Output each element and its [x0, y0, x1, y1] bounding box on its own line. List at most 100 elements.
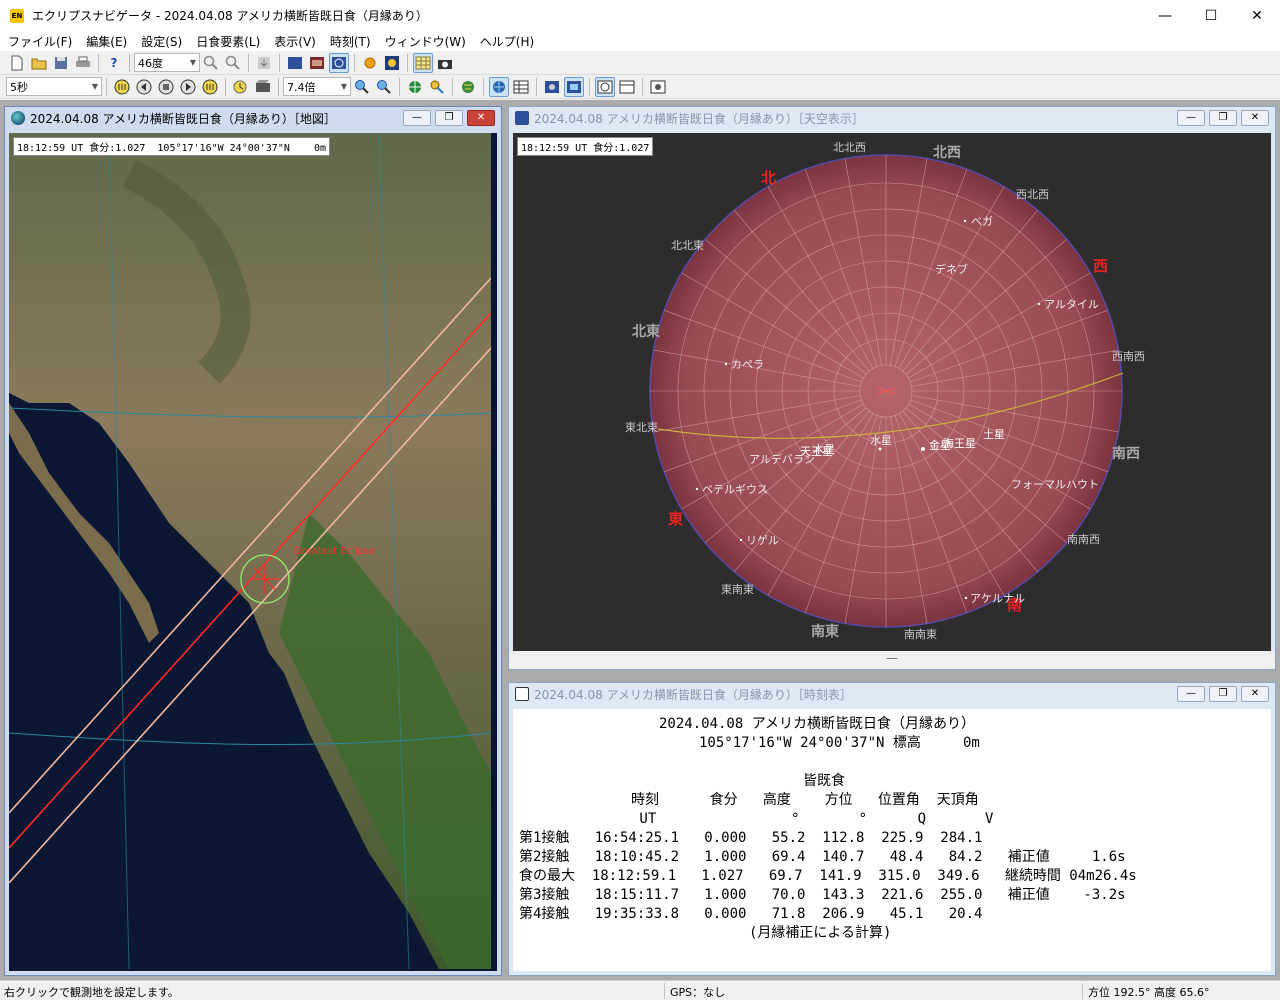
map-window[interactable]: 2024.04.08 アメリカ横断皆既日食（月縁あり）［地図］ — ❐ ✕ Gr… [4, 106, 502, 976]
window-title: エクリプスナビゲータ - 2024.04.08 アメリカ横断皆既日食（月縁あり） [32, 9, 428, 23]
minimize-button[interactable]: — [1142, 0, 1188, 31]
camera-icon[interactable] [435, 53, 455, 73]
direction-wnw: 西北西 [1016, 188, 1049, 201]
map-canvas[interactable]: Greatest Eclipse 18:12:59 UT 食分:1.027 10… [9, 133, 497, 971]
zoom-out-icon[interactable] [223, 53, 243, 73]
telescope-view-icon[interactable] [542, 77, 562, 97]
clock-view-icon[interactable] [595, 76, 615, 97]
toolbar-separator [536, 77, 537, 96]
restore-icon[interactable]: ❐ [1209, 686, 1237, 702]
map-window-icon[interactable] [285, 53, 305, 73]
sky-window[interactable]: 2024.04.08 アメリカ横断皆既日食（月縁あり）［天空表示］ — ❐ ✕ [508, 106, 1276, 670]
direction-northeast: 北東 [632, 323, 660, 340]
angle-select[interactable]: 46度 ▼ [134, 53, 200, 72]
screen-view-icon[interactable] [564, 76, 584, 97]
open-folder-icon[interactable] [29, 53, 49, 73]
menu-edit[interactable]: 編集(E) [82, 33, 131, 50]
mdi-workspace: 2024.04.08 アメリカ横断皆既日食（月縁あり）［地図］ — ❐ ✕ Gr… [0, 100, 1280, 980]
play-back-icon[interactable] [134, 77, 154, 97]
print-icon[interactable] [73, 53, 93, 73]
menu-settings[interactable]: 設定(S) [137, 33, 186, 50]
menu-time[interactable]: 時刻(T) [326, 33, 375, 50]
direction-nnw: 北北西 [833, 141, 866, 154]
toolbar-separator [354, 53, 355, 72]
play-icon[interactable] [178, 77, 198, 97]
close-icon[interactable]: ✕ [467, 110, 495, 126]
sky-resize-handle[interactable]: — [509, 651, 1275, 669]
zoom-in-icon[interactable] [201, 53, 221, 73]
star-capella: カペラ [731, 358, 764, 371]
menu-file[interactable]: ファイル(F) [4, 33, 76, 50]
table-view-icon[interactable] [511, 77, 531, 97]
map-window-titlebar[interactable]: 2024.04.08 アメリカ横断皆既日食（月縁あり）［地図］ — ❐ ✕ [5, 107, 501, 129]
table-row: 第1接触 16:54:25.1 0.000 55.2 112.8 225.9 2… [519, 830, 983, 846]
time-table-window[interactable]: 2024.04.08 アメリカ横断皆既日食（月縁あり）［時刻表］ — ❐ ✕ 2… [508, 682, 1276, 976]
help-icon[interactable]: ? [104, 53, 124, 73]
grid-icon[interactable] [413, 52, 433, 73]
direction-wsw: 西南西 [1112, 350, 1145, 363]
menu-bar: ファイル(F) 編集(E) 設定(S) 日食要素(L) 表示(V) 時刻(T) … [0, 31, 1280, 51]
minimize-icon[interactable]: — [1177, 110, 1205, 126]
corona-icon[interactable] [382, 53, 402, 73]
stop-icon[interactable] [156, 77, 176, 97]
calendar-view-icon[interactable] [617, 77, 637, 97]
menu-help[interactable]: ヘルプ(H) [476, 33, 538, 50]
fast-rewind-icon[interactable] [112, 77, 132, 97]
star-rigel: リゲル [746, 534, 779, 547]
save-icon[interactable] [51, 53, 71, 73]
planet-mercury: 水星 [870, 434, 892, 447]
direction-southeast: 南東 [811, 623, 839, 640]
minimize-icon[interactable]: — [403, 110, 431, 126]
direction-ene: 東北東 [625, 421, 658, 434]
menu-view[interactable]: 表示(V) [270, 33, 320, 50]
minimize-icon[interactable]: — [1177, 686, 1205, 702]
zoom-select[interactable]: 7.4倍 ▼ [283, 77, 351, 96]
fast-forward-icon[interactable] [200, 77, 220, 97]
location-icon[interactable] [405, 77, 425, 97]
snapshot-icon[interactable] [648, 77, 668, 97]
star-altair: アルタイル [1044, 298, 1099, 311]
film-icon[interactable] [307, 53, 327, 73]
toolbar-separator [129, 53, 130, 72]
step-select[interactable]: 5秒 ▼ [6, 77, 102, 96]
direction-ese: 東南東 [721, 583, 754, 596]
time-table-window-titlebar[interactable]: 2024.04.08 アメリカ横断皆既日食（月縁あり）［時刻表］ — ❐ ✕ [509, 683, 1275, 705]
table-row: 第4接触 19:35:33.8 0.000 71.8 206.9 45.1 20… [519, 906, 983, 922]
sky-window-titlebar[interactable]: 2024.04.08 アメリカ横断皆既日食（月縁あり）［天空表示］ — ❐ ✕ [509, 107, 1275, 129]
title-bar: EN エクリプスナビゲータ - 2024.04.08 アメリカ横断皆既日食（月縁… [0, 0, 1280, 31]
table-column-units: UT ° ° Q V [631, 811, 994, 827]
toolbar-time: 5秒 ▼ 7.4倍 ▼ [0, 75, 1280, 99]
close-icon[interactable]: ✕ [1241, 686, 1269, 702]
close-icon[interactable]: ✕ [1241, 110, 1269, 126]
table-row: 第3接触 18:15:11.7 1.000 70.0 143.3 221.6 2… [519, 887, 1126, 903]
sun-icon[interactable] [360, 53, 380, 73]
status-bar: 右クリックで観測地を設定します。 GPS：なし 方位 192.5° 高度 65.… [0, 980, 1280, 1000]
new-icon[interactable] [7, 53, 27, 73]
time-table-window-title: 2024.04.08 アメリカ横断皆既日食（月縁あり）［時刻表］ [534, 687, 852, 702]
status-divider [1082, 983, 1083, 999]
sky-canvas[interactable]: 北 北西 西 北東 東 南東 南 南西 北北西 西北西 北北東 西南西 東北東 … [513, 133, 1271, 651]
direction-northwest: 北西 [933, 145, 961, 161]
restore-icon[interactable]: ❐ [435, 110, 463, 126]
magnify-minus-icon[interactable] [374, 77, 394, 97]
clock-settings-icon[interactable] [231, 77, 251, 97]
toolbar-separator [248, 53, 249, 72]
table-location: 105°17'16"W 24°00'37"N 標高 0m [699, 735, 980, 751]
menu-window[interactable]: ウィンドウ(W) [381, 33, 470, 50]
restore-icon[interactable]: ❐ [1209, 110, 1237, 126]
close-button[interactable]: ✕ [1234, 0, 1280, 31]
magnify-plus-icon[interactable] [352, 77, 372, 97]
download-icon[interactable] [254, 53, 274, 73]
greatest-eclipse-label: Greatest Eclipse [294, 546, 375, 557]
chevron-down-icon: ▼ [189, 58, 196, 67]
sky-window-icon[interactable] [329, 52, 349, 73]
menu-eclipse-elements[interactable]: 日食要素(L) [192, 33, 264, 50]
direction-east: 東 [668, 510, 683, 528]
movie-icon[interactable] [253, 77, 273, 97]
maximize-button[interactable]: ☐ [1188, 0, 1234, 31]
toolbar-main: ? 46度 ▼ [0, 51, 1280, 75]
key-icon[interactable] [427, 77, 447, 97]
globe-view-icon[interactable] [489, 76, 509, 97]
status-gps: GPS：なし [670, 986, 726, 999]
earth-settings-icon[interactable] [458, 77, 478, 97]
